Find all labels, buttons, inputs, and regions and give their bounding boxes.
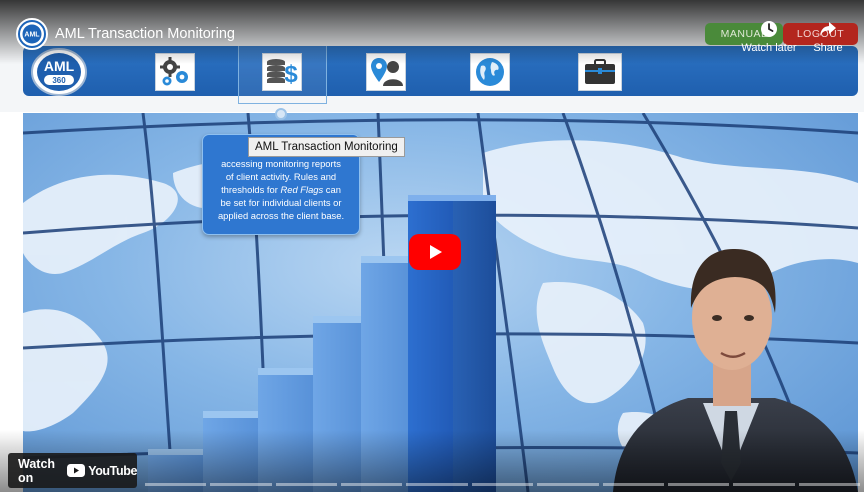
youtube-wordmark: YouTube [88,463,137,478]
info-line-5: be set for individual clients or [220,197,342,208]
video-player[interactable]: AML 360 $ accessing monitoring reports o… [0,0,864,492]
chapter-segment[interactable] [667,483,730,486]
clock-icon [761,21,777,37]
info-line-3: of client activity. Rules and [225,171,337,182]
chapter-segment[interactable] [537,483,599,486]
video-title[interactable]: AML Transaction Monitoring [55,26,235,42]
chapter-segment[interactable] [798,483,860,486]
channel-logo-icon: AML [20,22,44,46]
watch-on-youtube-button[interactable]: Watch on YouTube [8,453,137,488]
chapter-segment[interactable] [471,483,534,486]
play-icon [430,245,442,259]
watch-on-label: Watch on [18,456,56,485]
chapter-segment[interactable] [145,483,207,486]
logo-text-bottom: 360 [52,76,66,85]
chapter-segment[interactable] [733,483,795,486]
share-button[interactable]: Share [806,20,850,60]
chapter-segment[interactable] [602,483,664,486]
bubble-pointer-dot [275,108,287,120]
chapter-segment[interactable] [275,483,338,486]
watch-later-button[interactable]: Watch later [740,20,798,60]
watch-later-label: Watch later [741,42,797,54]
share-label: Share [813,42,843,54]
share-arrow-icon [820,22,836,36]
chapter-progress-bar[interactable] [145,483,860,486]
svg-text:AML: AML [24,32,40,39]
chapter-segment[interactable] [341,483,403,486]
youtube-logo: YouTube [67,464,137,478]
youtube-play-icon [67,464,86,477]
chapter-segment[interactable] [406,483,468,486]
play-button[interactable] [409,234,461,270]
channel-avatar[interactable]: AML [16,18,48,50]
svg-text:$: $ [284,61,298,88]
info-line-2: accessing monitoring reports [221,158,341,169]
nav-tooltip: AML Transaction Monitoring [248,137,405,157]
info-line-6: applied across the client base. [217,210,345,221]
chapter-segment[interactable] [210,483,272,486]
info-line-4: thresholds for Red Flags can [221,184,341,195]
